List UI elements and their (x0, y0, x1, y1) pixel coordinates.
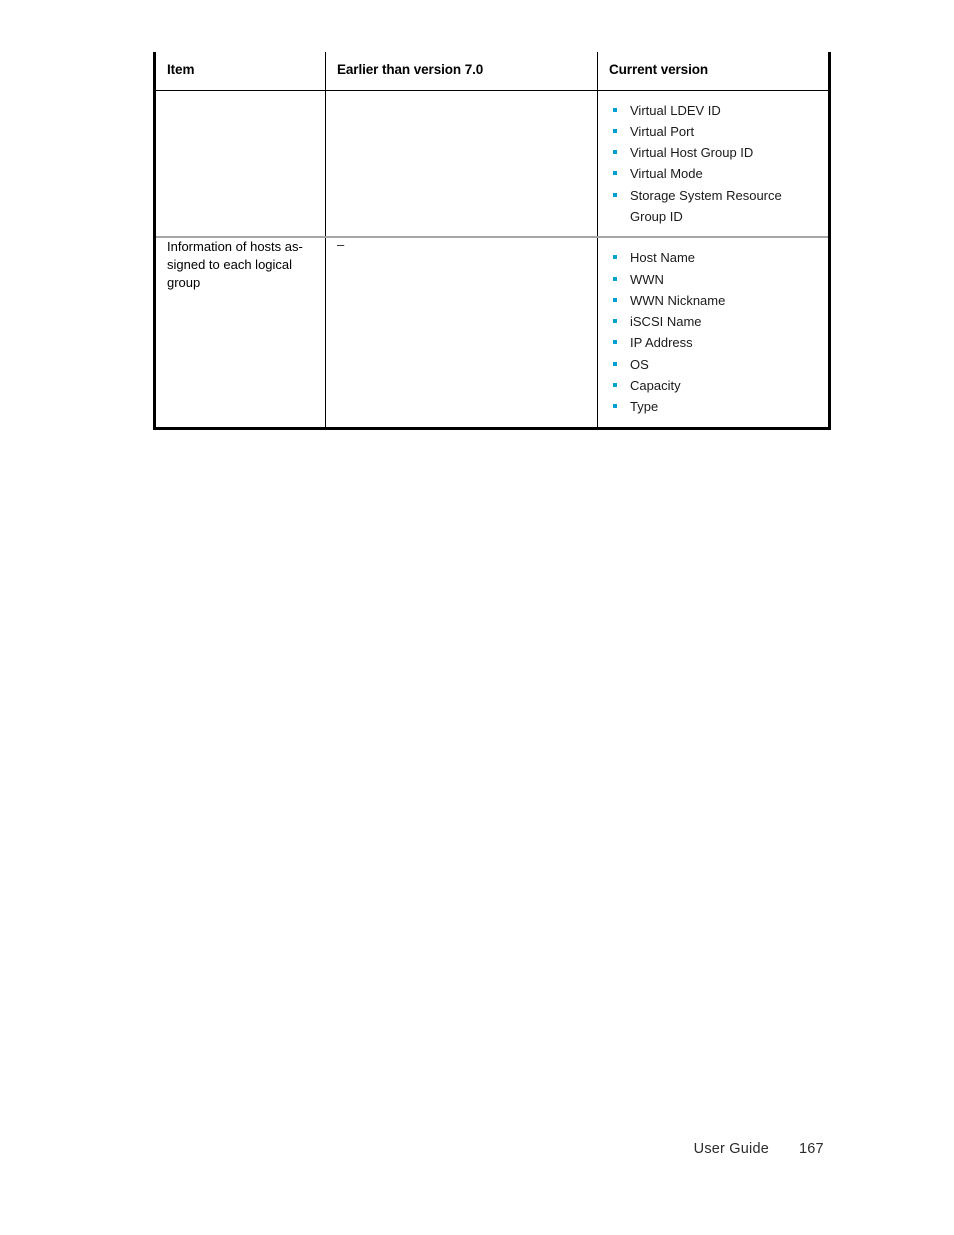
footer-page-number: 167 (799, 1141, 824, 1157)
list-item: OS (609, 354, 818, 375)
list-item-label: OS (630, 356, 649, 372)
document-page: Item Earlier than version 7.0 Current ve… (0, 0, 954, 1235)
column-header-item: Item (154, 52, 326, 91)
bullet-dot-icon (613, 171, 617, 176)
cell-current-version: Virtual LDEV ID Virtual Port Virtual Hos… (597, 90, 830, 238)
bullet-dot-icon (613, 255, 617, 260)
cell-current-version-content: Virtual LDEV ID Virtual Port Virtual Hos… (598, 91, 828, 237)
column-header-earlier-version-label: Earlier than version 7.0 (337, 62, 484, 77)
table-row: Virtual LDEV ID Virtual Port Virtual Hos… (154, 90, 830, 238)
list-item-label: IP Address (630, 335, 693, 351)
list-item: Host Name (609, 247, 818, 268)
table-body: Virtual LDEV ID Virtual Port Virtual Hos… (154, 90, 830, 429)
bullet-dot-icon (613, 192, 617, 197)
cell-earlier-version (325, 90, 598, 238)
list-item: IP Address (609, 332, 818, 353)
list-item-label: Virtual Host Group ID (630, 145, 754, 161)
cell-current-version: Host Name WWN WWN Nickname iSCSI Name IP… (597, 236, 830, 429)
list-item-label: Host Name (630, 250, 696, 266)
bullet-dot-icon (613, 150, 617, 155)
cell-item (154, 90, 326, 238)
bullet-dot-icon (613, 297, 617, 302)
table-row: Information of hosts as-signed to each l… (154, 236, 830, 429)
list-item: Virtual Port (609, 121, 818, 142)
bullet-dot-icon (613, 276, 617, 281)
column-header-earlier-version: Earlier than version 7.0 (325, 52, 598, 91)
page-footer-content: User Guide 167 (694, 1141, 827, 1157)
bullet-dot-icon (613, 404, 617, 409)
page-footer: User Guide 167 (0, 1141, 954, 1167)
bullet-dot-icon (613, 340, 617, 345)
list-item: Virtual Mode (609, 163, 818, 184)
list-item-label: Type (630, 399, 659, 415)
list-item: Virtual LDEV ID (609, 100, 818, 121)
table-header: Item Earlier than version 7.0 Current ve… (154, 52, 830, 91)
table-header-row: Item Earlier than version 7.0 Current ve… (154, 52, 830, 91)
list-item-label: Storage System Resource Group ID (630, 187, 782, 224)
column-header-current-version: Current version (597, 52, 830, 91)
bullet-dot-icon (613, 319, 617, 324)
bullet-list: Virtual LDEV ID Virtual Port Virtual Hos… (609, 100, 818, 228)
cell-item-content: Information of hosts as-signed to each l… (156, 238, 325, 292)
cell-item-text: Information of hosts as-signed to each l… (167, 239, 303, 291)
bullet-dot-icon (613, 128, 617, 133)
list-item: WWN Nickname (609, 290, 818, 311)
list-item: Storage System Resource Group ID (609, 185, 818, 228)
list-item: Type (609, 396, 818, 417)
footer-document-label: User Guide (693, 1141, 769, 1157)
cell-earlier-version-text: – (337, 237, 345, 253)
bullet-dot-icon (613, 383, 617, 388)
bullet-list: Host Name WWN WWN Nickname iSCSI Name IP… (609, 247, 818, 417)
bullet-dot-icon (613, 361, 617, 366)
column-header-current-version-label: Current version (609, 62, 709, 77)
comparison-table: Item Earlier than version 7.0 Current ve… (153, 52, 831, 430)
bullet-dot-icon (613, 107, 617, 112)
list-item-label: WWN (630, 271, 664, 287)
column-header-item-label: Item (167, 62, 195, 77)
list-item-label: Virtual LDEV ID (630, 102, 721, 118)
list-item: iSCSI Name (609, 311, 818, 332)
cell-earlier-version-text (326, 91, 597, 109)
list-item: WWN (609, 269, 818, 290)
cell-earlier-version: – (325, 236, 598, 429)
list-item-label: Virtual Port (630, 123, 695, 139)
cell-item: Information of hosts as-signed to each l… (154, 236, 326, 429)
comparison-table-container: Item Earlier than version 7.0 Current ve… (153, 52, 831, 430)
list-item-label: iSCSI Name (630, 314, 702, 330)
list-item-label: WWN Nickname (630, 292, 726, 308)
list-item: Virtual Host Group ID (609, 142, 818, 163)
list-item-label: Virtual Mode (630, 166, 703, 182)
cell-item-text (156, 91, 325, 109)
list-item-label: Capacity (630, 378, 681, 394)
cell-current-version-content: Host Name WWN WWN Nickname iSCSI Name IP… (598, 238, 828, 426)
cell-earlier-version-content: – (326, 238, 597, 251)
list-item: Capacity (609, 375, 818, 396)
